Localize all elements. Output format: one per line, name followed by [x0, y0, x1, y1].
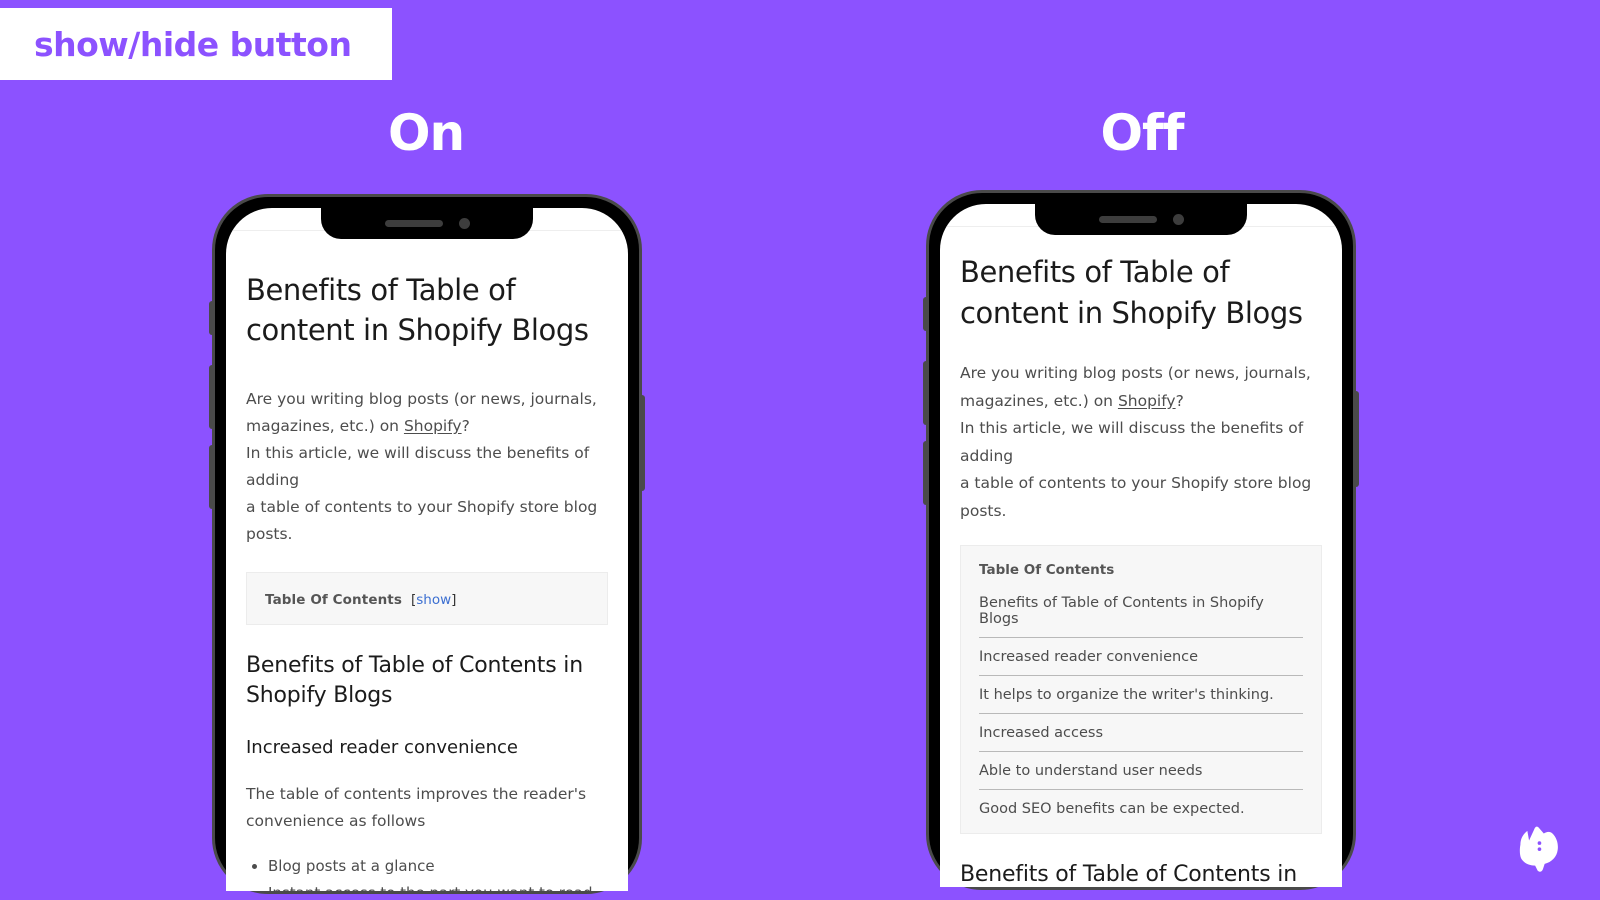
volume-down-button[interactable]	[209, 445, 215, 509]
toc-show-link[interactable]: show	[416, 592, 451, 608]
lead-line-2-prefix: magazines, etc.) on	[246, 417, 404, 435]
toc-list-item[interactable]: It helps to organize the writer's thinki…	[979, 676, 1303, 714]
toc-list-item[interactable]: Good SEO benefits can be expected.	[979, 790, 1303, 819]
phone-mockup-off: Benefits of Table of content in Shopify …	[923, 190, 1359, 890]
toc-title: Table Of Contents	[265, 592, 402, 608]
speaker-grille-icon	[384, 220, 443, 227]
lead-line-2: magazines, etc.) on Shopify?	[960, 388, 1322, 416]
lead-line-1: Are you writing blog posts (or news, jou…	[246, 390, 597, 408]
toc-item-list: Benefits of Table of Contents in Shopify…	[979, 584, 1303, 819]
article-content-off: Benefits of Table of content in Shopify …	[940, 204, 1342, 887]
lead-line-1: Are you writing blog posts (or news, jou…	[960, 364, 1311, 382]
phone-screen-on: Benefits of Table of content in Shopify …	[226, 208, 628, 891]
speaker-grille-icon	[1098, 216, 1157, 223]
page-title: Benefits of Table of content in Shopify …	[960, 255, 1303, 330]
body-paragraph: The table of contents improves the reade…	[246, 785, 587, 830]
lead-line-3: In this article, we will discuss the ben…	[960, 419, 1304, 465]
page-title: Benefits of Table of content in Shopify …	[246, 273, 589, 347]
lead-line-3: In this article, we will discuss the ben…	[246, 444, 590, 489]
phone-screen-off: Benefits of Table of content in Shopify …	[940, 204, 1342, 887]
mute-switch-button[interactable]	[923, 297, 929, 331]
column-label-off: Off	[1100, 104, 1184, 162]
lead-line-2-suffix: ?	[1175, 391, 1184, 410]
article-content-on: Benefits of Table of content in Shopify …	[226, 208, 628, 891]
title-banner-label: show/hide button	[34, 24, 352, 64]
toc-list-item[interactable]: Benefits of Table of Contents in Shopify…	[979, 584, 1303, 638]
lead-line-2-prefix: magazines, etc.) on	[960, 391, 1118, 410]
list-item: Blog posts at a glance	[268, 853, 608, 880]
table-of-contents-collapsed: Table Of Contents [show]	[246, 572, 608, 625]
column-label-on: On	[387, 104, 465, 162]
toc-list-item[interactable]: Increased access	[979, 714, 1303, 752]
phone-notch	[1035, 204, 1247, 235]
toc-toggle[interactable]: [show]	[411, 592, 456, 608]
toc-toggle-close-bracket: ]	[451, 592, 457, 608]
lead-line-4: a table of contents to your Shopify stor…	[960, 474, 1312, 520]
benefit-bullet-list: Blog posts at a glance Instant access to…	[246, 853, 608, 891]
front-camera-icon	[458, 218, 470, 229]
shopify-link[interactable]: Shopify	[1118, 392, 1176, 410]
power-button[interactable]	[639, 395, 645, 491]
table-of-contents-expanded: Table Of Contents Benefits of Table of C…	[960, 545, 1322, 834]
toc-list-item[interactable]: Able to understand user needs	[979, 752, 1303, 790]
mute-switch-button[interactable]	[209, 301, 215, 335]
dog-head-logo-icon	[1519, 826, 1558, 872]
power-button[interactable]	[1353, 391, 1359, 487]
volume-up-button[interactable]	[923, 361, 929, 425]
toc-title: Table Of Contents	[979, 562, 1115, 578]
lead-line-2: magazines, etc.) on Shopify?	[246, 413, 608, 440]
list-item: Instant access to the part you want to r…	[268, 880, 608, 891]
phone-notch	[321, 208, 533, 239]
title-banner: show/hide button	[0, 8, 392, 80]
front-camera-icon	[1172, 214, 1184, 225]
volume-down-button[interactable]	[923, 441, 929, 505]
shopify-link[interactable]: Shopify	[404, 417, 462, 435]
section-heading: Benefits of Table of Contents in Shopify…	[246, 653, 583, 708]
lead-line-4: a table of contents to your Shopify stor…	[246, 498, 598, 543]
section-heading: Benefits of Table of Contents in Shopify…	[960, 862, 1297, 887]
lead-paragraph: Are you writing blog posts (or news, jou…	[960, 360, 1322, 525]
lead-line-2-suffix: ?	[461, 417, 470, 435]
sub-heading: Increased reader convenience	[246, 737, 518, 758]
volume-up-button[interactable]	[209, 365, 215, 429]
lead-paragraph: Are you writing blog posts (or news, jou…	[246, 386, 608, 548]
toc-list-item[interactable]: Increased reader convenience	[979, 638, 1303, 676]
phone-mockup-on: Benefits of Table of content in Shopify …	[209, 194, 645, 894]
